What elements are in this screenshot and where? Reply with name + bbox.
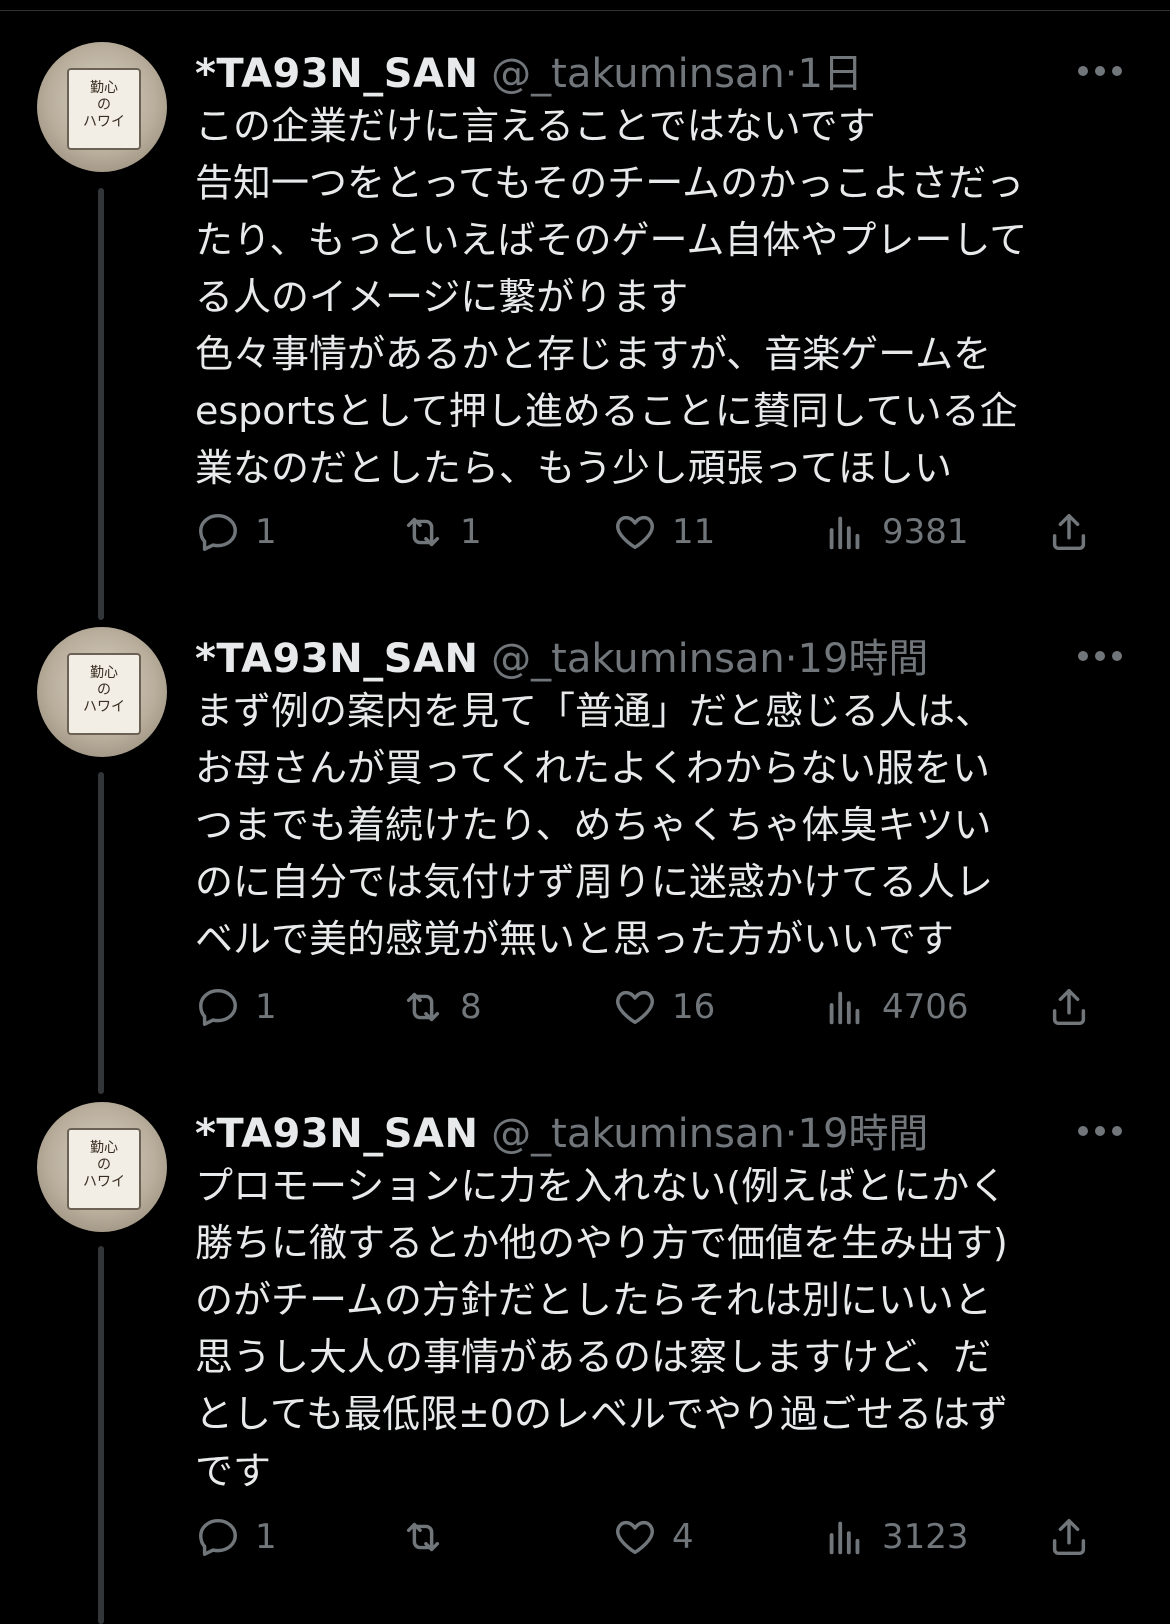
- share-button[interactable]: [1046, 982, 1106, 1032]
- share-icon: [1052, 988, 1086, 1026]
- action-bar: 1 8 16 4706: [0, 982, 1170, 1032]
- user-handle[interactable]: @_takuminsan: [491, 1111, 785, 1157]
- text-line: 業なのだとしたら、もう少し頑張ってほしい: [195, 446, 952, 490]
- avatar-text: 勤心 の ハワイ: [83, 1140, 125, 1190]
- tweet-header: *TA93N_SAN @_takuminsan·1日: [195, 48, 863, 100]
- text-line: お母さんが買ってくれたよくわからない服をい: [195, 746, 990, 790]
- retweet-icon: [406, 992, 440, 1022]
- share-icon: [1052, 1518, 1086, 1556]
- avatar-card: 勤心 の ハワイ: [67, 1128, 141, 1210]
- avatar-card: 勤心 の ハワイ: [67, 68, 141, 150]
- retweet-button[interactable]: [400, 1512, 460, 1562]
- text-line: たり、もっといえばそのゲーム自体やプレーして: [195, 218, 1028, 262]
- separator: ·: [784, 1111, 798, 1157]
- views-button[interactable]: 3123: [822, 1512, 969, 1562]
- heart-icon: [616, 515, 654, 550]
- text-line: のに自分では気付けず周りに迷惑かけてる人レ: [195, 860, 994, 904]
- retweet-icon: [406, 1522, 440, 1552]
- views-icon: [829, 516, 860, 550]
- text-line: 告知一つをとってもそのチームのかっこよさだっ: [195, 161, 1025, 205]
- retweet-button[interactable]: 8: [400, 982, 482, 1032]
- avatar[interactable]: 勤心 の ハワイ: [37, 42, 167, 172]
- text-line: 思うし大人の事情があるのは察しますけど、だ: [195, 1335, 992, 1379]
- avatar[interactable]: 勤心 の ハワイ: [37, 1102, 167, 1232]
- text-line: まず例の案内を見て「普通」だと感じる人は、: [195, 689, 994, 733]
- text-line: つまでも着続けたり、めちゃくちゃ体臭キツい: [195, 803, 992, 847]
- text-line: のがチームの方針だとしたらそれは別にいいと: [195, 1278, 992, 1322]
- reply-icon: [199, 513, 237, 551]
- views-count: 3123: [882, 1517, 969, 1557]
- like-button[interactable]: 16: [612, 982, 715, 1032]
- reply-count: 1: [255, 1517, 277, 1557]
- text-line: 色々事情があるかと存じますが、音楽ゲームを: [195, 332, 992, 376]
- text-line: プロモーションに力を入れない(例えばとにかく: [195, 1164, 1008, 1208]
- timestamp[interactable]: 19時間: [798, 636, 929, 682]
- retweet-count: 1: [460, 512, 482, 552]
- avatar[interactable]: 勤心 の ハワイ: [37, 627, 167, 757]
- views-button[interactable]: 9381: [822, 507, 969, 557]
- heart-icon: [616, 1520, 654, 1555]
- like-button[interactable]: 4: [612, 1512, 694, 1562]
- views-count: 9381: [882, 512, 969, 552]
- reply-button[interactable]: 1: [195, 507, 277, 557]
- tweet-header: *TA93N_SAN @_takuminsan·19時間: [195, 1108, 928, 1160]
- views-button[interactable]: 4706: [822, 982, 969, 1032]
- share-button[interactable]: [1046, 507, 1106, 557]
- tweet-text: プロモーションに力を入れない(例えばとにかく 勝ちに徹するとか他のやり方で価値を…: [195, 1158, 1125, 1500]
- like-count: 11: [672, 512, 716, 552]
- avatar-text: 勤心 の ハワイ: [83, 80, 125, 130]
- reply-icon: [199, 988, 237, 1026]
- action-bar: 1 1 11 9381: [0, 507, 1170, 557]
- text-line: です: [195, 1449, 272, 1493]
- avatar-text: 勤心 の ハワイ: [83, 665, 125, 715]
- display-name[interactable]: *TA93N_SAN: [195, 1111, 478, 1157]
- reply-count: 1: [255, 987, 277, 1027]
- text-line: この企業だけに言えることではないです: [195, 104, 876, 148]
- more-icon[interactable]: [1078, 1126, 1122, 1138]
- separator: ·: [784, 636, 798, 682]
- text-line: esportsとして押し進めることに賛同している企: [195, 389, 1018, 433]
- avatar-card: 勤心 の ハワイ: [67, 653, 141, 735]
- reply-button[interactable]: 1: [195, 1512, 277, 1562]
- retweet-count: 8: [460, 987, 482, 1027]
- more-icon[interactable]: [1078, 66, 1122, 78]
- views-icon: [829, 991, 860, 1025]
- like-button[interactable]: 11: [612, 507, 715, 557]
- text-line: としても最低限±0のレベルでやり過ごせるはず: [195, 1392, 1008, 1436]
- timestamp[interactable]: 1日: [798, 51, 863, 97]
- action-bar: 1 4 3123: [0, 1512, 1170, 1562]
- top-divider: [0, 10, 1170, 11]
- user-handle[interactable]: @_takuminsan: [491, 636, 785, 682]
- reply-icon: [199, 1518, 237, 1556]
- tweet-text: まず例の案内を見て「普通」だと感じる人は、 お母さんが買ってくれたよくわからない…: [195, 683, 1125, 968]
- share-icon: [1052, 513, 1086, 551]
- reply-count: 1: [255, 512, 277, 552]
- user-handle[interactable]: @_takuminsan: [491, 51, 785, 97]
- like-count: 4: [672, 1517, 694, 1557]
- retweet-button[interactable]: 1: [400, 507, 482, 557]
- text-line: る人のイメージに繋がります: [195, 275, 689, 319]
- views-count: 4706: [882, 987, 969, 1027]
- separator: ·: [784, 51, 798, 97]
- text-line: ベルで美的感覚が無いと思った方がいいです: [195, 917, 954, 961]
- display-name[interactable]: *TA93N_SAN: [195, 636, 478, 682]
- retweet-icon: [406, 517, 440, 547]
- display-name[interactable]: *TA93N_SAN: [195, 51, 478, 97]
- reply-button[interactable]: 1: [195, 982, 277, 1032]
- thread-line: [98, 772, 104, 1094]
- tweet-header: *TA93N_SAN @_takuminsan·19時間: [195, 633, 928, 685]
- timestamp[interactable]: 19時間: [798, 1111, 929, 1157]
- tweet-text: この企業だけに言えることではないです 告知一つをとってもそのチームのかっこよさだ…: [195, 98, 1125, 497]
- heart-icon: [616, 990, 654, 1025]
- text-line: 勝ちに徹するとか他のやり方で価値を生み出す): [195, 1221, 1008, 1265]
- views-icon: [829, 1521, 860, 1555]
- more-icon[interactable]: [1078, 651, 1122, 663]
- share-button[interactable]: [1046, 1512, 1106, 1562]
- thread-line: [98, 1246, 104, 1624]
- like-count: 16: [672, 987, 716, 1027]
